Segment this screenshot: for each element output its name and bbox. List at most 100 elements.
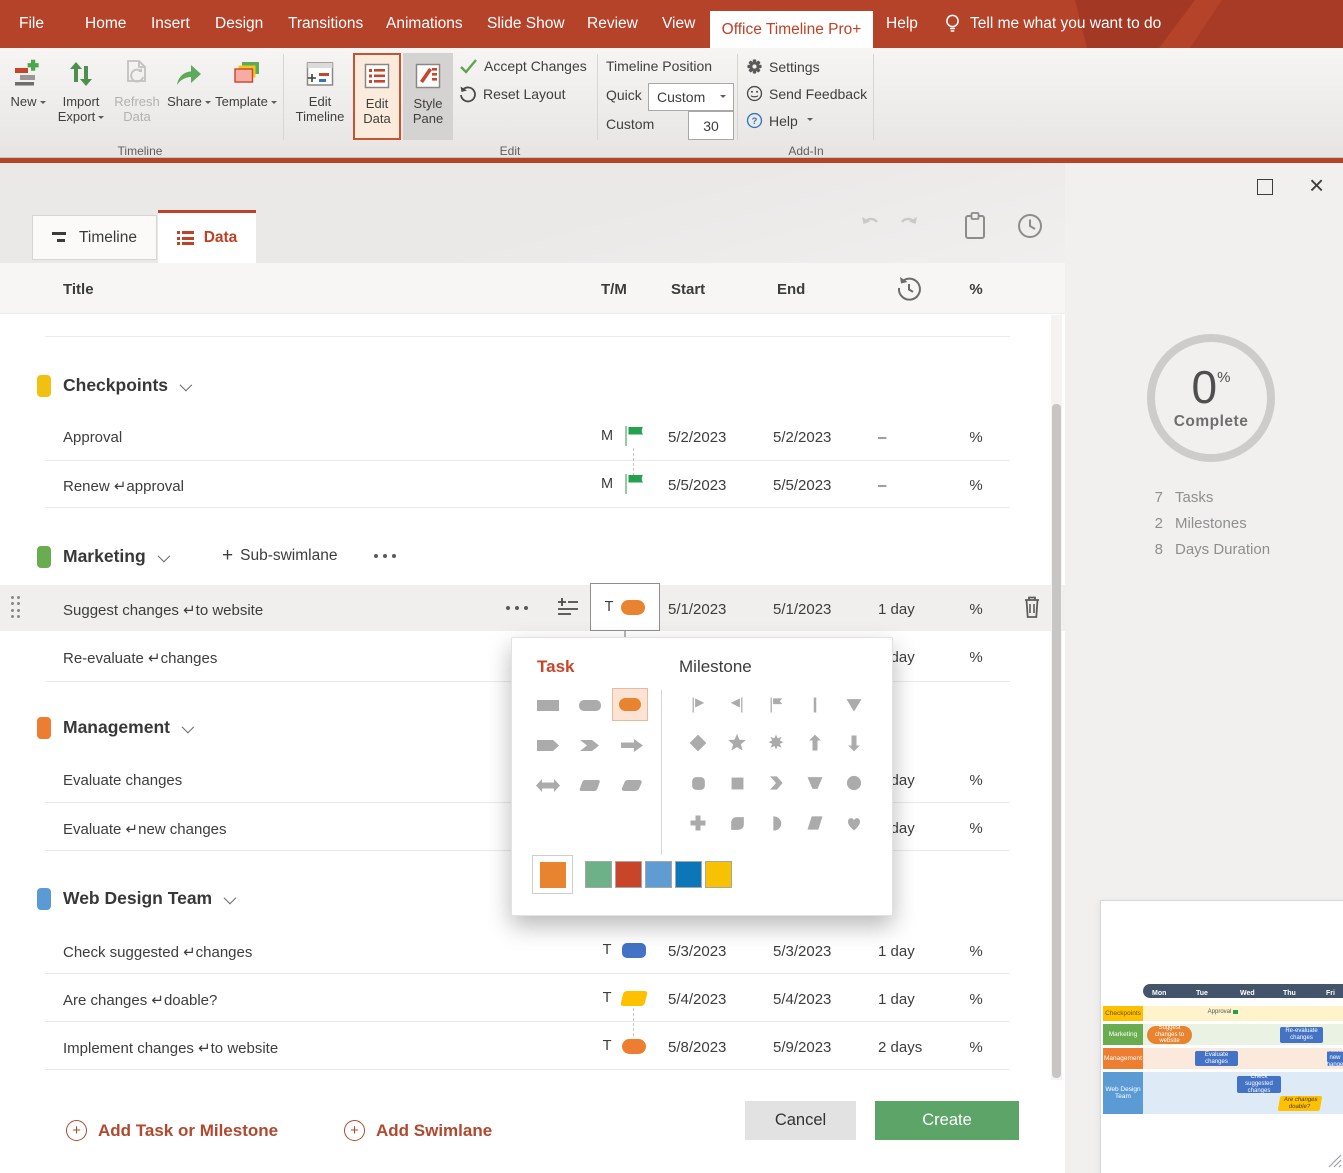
drag-handle-icon[interactable] [10, 594, 21, 620]
milestone-shape-cross-icon[interactable] [679, 806, 717, 840]
task-shape-arrow-right-icon[interactable] [613, 728, 651, 762]
tab-design[interactable]: Design [215, 0, 263, 48]
swimlane-checkpoints[interactable]: Checkpoints [63, 375, 189, 396]
percent-cell[interactable]: % [960, 429, 992, 446]
tab-review[interactable]: Review [587, 0, 638, 48]
color-swatch-light-blue[interactable] [645, 861, 672, 888]
task-shape-rectangle-icon[interactable] [529, 688, 567, 722]
color-swatch-dark-blue[interactable] [675, 861, 702, 888]
milestone-shape-arrow-down-icon[interactable] [835, 726, 873, 760]
duration-cell[interactable]: – [878, 429, 886, 446]
scrollbar-thumb[interactable] [1052, 404, 1061, 1078]
percent-cell[interactable]: % [960, 991, 992, 1008]
cancel-button[interactable]: Cancel [745, 1101, 856, 1140]
duration-cell[interactable]: 2 days [878, 1039, 922, 1056]
tm-cell[interactable]: T [598, 990, 616, 1006]
milestone-shape-vertical-bar-icon[interactable] [796, 688, 834, 722]
tab-home[interactable]: Home [85, 0, 126, 48]
template-button[interactable]: Template [214, 56, 278, 109]
task-title[interactable]: Are changes ↵doable? [63, 991, 217, 1009]
milestone-shape-circle-icon[interactable] [835, 766, 873, 800]
tm-cell[interactable]: M [598, 428, 616, 444]
row-menu-button[interactable] [506, 606, 528, 610]
task-shape-chevron-icon[interactable] [571, 728, 609, 762]
tab-office-timeline-pro[interactable]: Office Timeline Pro+ [710, 11, 873, 48]
percent-cell[interactable]: % [960, 943, 992, 960]
milestone-shape-flag-icon[interactable] [757, 688, 795, 722]
start-cell[interactable]: 5/3/2023 [668, 943, 726, 960]
percent-cell[interactable]: % [960, 820, 992, 837]
milestone-flag-icon[interactable] [624, 473, 645, 500]
duration-cell[interactable]: – [878, 477, 886, 494]
milestone-shape-star-icon[interactable] [718, 726, 756, 760]
color-swatch-orange-selected[interactable] [532, 855, 573, 894]
color-swatch-red[interactable] [615, 861, 642, 888]
accept-changes-button[interactable]: Accept Changes [459, 58, 587, 74]
redo-button[interactable] [893, 212, 921, 240]
help-button[interactable]: ? Help [746, 112, 813, 129]
milestone-shape-leaf-icon[interactable] [718, 806, 756, 840]
percent-cell[interactable]: % [960, 649, 992, 666]
swimlane-management[interactable]: Management [63, 717, 191, 738]
shape-cell-selected[interactable]: T [590, 583, 660, 631]
task-title[interactable]: Approval [63, 429, 122, 446]
task-shape-oval-icon-selected[interactable] [612, 688, 648, 721]
maximize-button[interactable] [1257, 179, 1273, 195]
milestone-shape-square-icon[interactable] [718, 766, 756, 800]
start-cell[interactable]: 5/1/2023 [668, 601, 726, 618]
swimlane-web-design-team[interactable]: Web Design Team [63, 888, 233, 909]
milestone-shape-heart-icon[interactable] [835, 806, 873, 840]
tab-data-view[interactable]: Data [158, 210, 256, 263]
percent-cell[interactable]: % [960, 772, 992, 789]
milestone-shape-rounded-square-icon[interactable] [679, 766, 717, 800]
duration-cell[interactable]: 1 day [878, 601, 915, 618]
close-button[interactable]: × [1309, 170, 1324, 201]
end-cell[interactable]: 5/2/2023 [773, 429, 831, 446]
tab-view[interactable]: View [662, 0, 695, 48]
new-button[interactable]: New [6, 56, 50, 109]
task-shape-double-arrow-icon[interactable] [529, 768, 567, 802]
milestone-shape-half-circle-icon[interactable] [757, 806, 795, 840]
task-shape-rounded-parallelogram-icon[interactable] [571, 768, 609, 802]
history-column-icon[interactable] [895, 275, 923, 303]
tab-slide-show[interactable]: Slide Show [487, 0, 565, 48]
milestone-shape-flag-triangle-right-icon[interactable] [679, 688, 717, 722]
milestone-shape-trapezoid-icon[interactable] [796, 766, 834, 800]
add-task-or-milestone-button[interactable]: + Add Task or Milestone [66, 1120, 278, 1141]
indent-icon[interactable] [556, 596, 580, 618]
create-button[interactable]: Create [875, 1101, 1019, 1140]
resize-handle-icon[interactable] [1328, 1154, 1342, 1168]
task-title[interactable]: Renew ↵approval [63, 477, 184, 495]
task-title[interactable]: Check suggested ↵changes [63, 943, 252, 961]
tm-cell[interactable]: M [598, 476, 616, 492]
tm-cell[interactable]: T [598, 1038, 616, 1054]
start-cell[interactable]: 5/8/2023 [668, 1039, 726, 1056]
end-cell[interactable]: 5/5/2023 [773, 477, 831, 494]
custom-position-input[interactable]: 30 [688, 111, 734, 140]
color-swatch-green[interactable] [585, 861, 612, 888]
start-cell[interactable]: 5/4/2023 [668, 991, 726, 1008]
tab-file[interactable]: File [19, 0, 44, 48]
tab-transitions[interactable]: Transitions [288, 0, 363, 48]
percent-cell[interactable]: % [960, 477, 992, 494]
task-title[interactable]: Implement changes ↵to website [63, 1039, 278, 1057]
task-shape-rounded[interactable] [622, 943, 646, 958]
milestone-shape-triangle-down-icon[interactable] [835, 688, 873, 722]
end-cell[interactable]: 5/3/2023 [773, 943, 831, 960]
history-clock-button[interactable] [1016, 212, 1044, 240]
share-button[interactable]: Share [166, 56, 212, 109]
percent-cell[interactable]: % [960, 1039, 992, 1056]
undo-button[interactable] [858, 212, 886, 240]
tab-animations[interactable]: Animations [386, 0, 463, 48]
task-title[interactable]: Suggest changes ↵to website [63, 601, 263, 619]
milestone-shape-chevron-right-icon[interactable] [757, 766, 795, 800]
tab-help[interactable]: Help [886, 0, 918, 48]
tell-me-box[interactable]: Tell me what you want to do [944, 0, 1161, 48]
milestone-shape-arrow-up-icon[interactable] [796, 726, 834, 760]
percent-cell[interactable]: % [960, 601, 992, 618]
duration-cell[interactable]: 1 day [878, 943, 915, 960]
add-swimlane-button[interactable]: + Add Swimlane [344, 1120, 492, 1141]
end-cell[interactable]: 5/1/2023 [773, 601, 831, 618]
task-shape-pentagon-arrow-icon[interactable] [529, 728, 567, 762]
style-pane-button[interactable]: Style Pane [403, 53, 453, 140]
